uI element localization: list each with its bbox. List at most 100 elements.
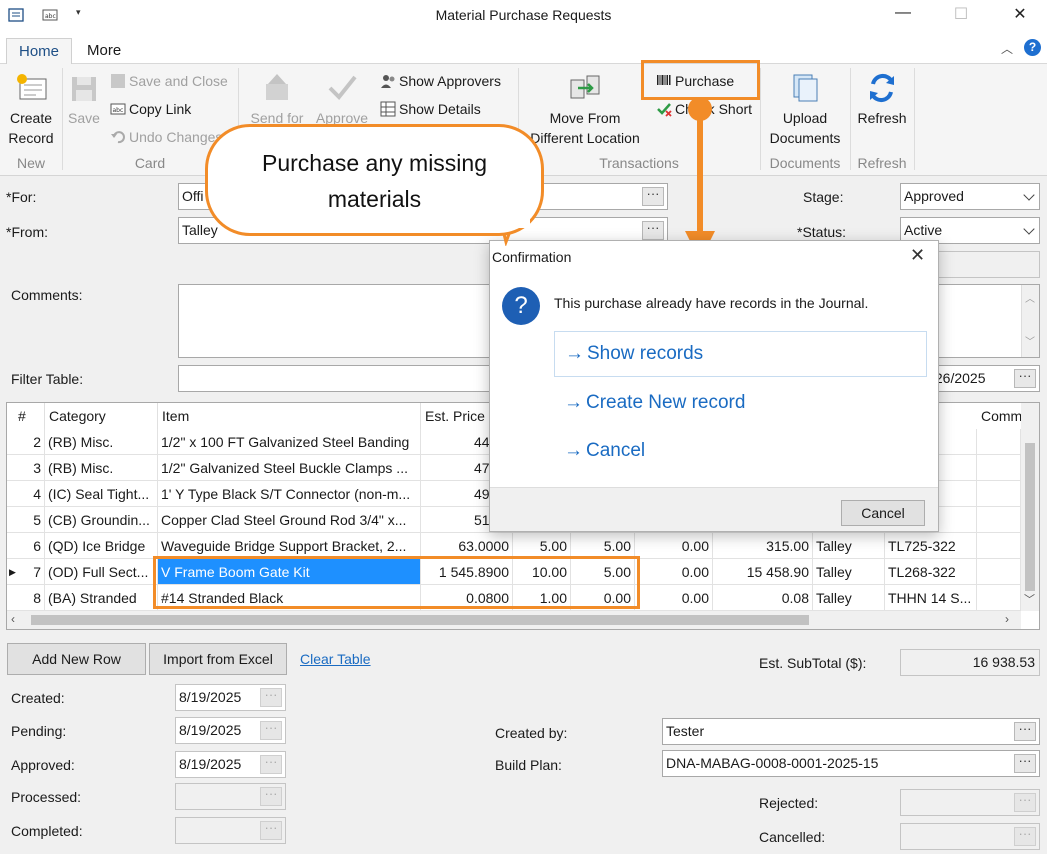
approved-date-field[interactable]: 8/19/2025 ··· — [175, 751, 286, 778]
refresh-button[interactable]: Refresh — [852, 72, 912, 128]
grid-cell-n[interactable]: 4 — [7, 481, 45, 507]
grid-cell-n[interactable]: 6 — [7, 533, 45, 559]
grid-cell-ref[interactable]: TL268-322 — [885, 559, 977, 585]
create-new-record-option[interactable]: → Create New record — [554, 381, 927, 427]
processed-date-field[interactable]: ··· — [175, 783, 286, 810]
cancelled-button[interactable]: ··· — [1014, 827, 1036, 846]
grid-cell-ref[interactable]: TL725-322 — [885, 533, 977, 559]
grid-cell-item[interactable]: 1/2" Galvanized Steel Buckle Clamps ... — [158, 455, 421, 481]
grid-cell-comments[interactable] — [977, 481, 1021, 507]
grid-cell-cat[interactable]: (RB) Misc. — [45, 429, 158, 455]
move-from-location-button[interactable]: Move From Different Location — [522, 72, 648, 148]
upload-documents-button[interactable]: Upload Documents — [762, 72, 848, 148]
copy-link-button[interactable]: abc Copy Link — [110, 98, 191, 120]
grid-cell-cat[interactable]: (OD) Full Sect... — [45, 559, 158, 585]
dialog-cancel-button[interactable]: Cancel — [841, 500, 925, 526]
grid-scroll-left-icon[interactable]: ‹ — [11, 612, 15, 626]
grid-cell-cat[interactable]: (CB) Groundin... — [45, 507, 158, 533]
build-plan-field[interactable]: DNA-MABAG-0008-0001-2025-15 ··· — [662, 750, 1040, 777]
save-and-close-button[interactable]: Save and Close — [110, 70, 228, 92]
grid-cell-loc[interactable]: Talley — [813, 533, 885, 559]
approve-button[interactable]: Approve — [310, 72, 374, 128]
grid-cell-q3[interactable]: 0.00 — [635, 559, 713, 585]
grid-cell-loc[interactable]: Talley — [813, 585, 885, 611]
pending-date-button[interactable]: ··· — [260, 721, 282, 740]
scroll-up-icon[interactable]: ︿ — [1025, 287, 1035, 312]
import-from-excel-button[interactable]: Import from Excel — [149, 643, 287, 675]
for-lookup-button[interactable]: ··· — [642, 187, 664, 206]
grid-cell-ref[interactable]: THHN 14 S... — [885, 585, 977, 611]
grid-cell-n[interactable]: 2 — [7, 429, 45, 455]
completed-date-button[interactable]: ··· — [260, 821, 282, 840]
from-lookup-button[interactable]: ··· — [642, 221, 664, 240]
undo-changes-button[interactable]: Undo Changes — [110, 126, 222, 148]
grid-cell-loc[interactable]: Talley — [813, 559, 885, 585]
cancel-option[interactable]: → Cancel — [554, 429, 927, 475]
tab-more[interactable]: More — [75, 38, 133, 65]
grid-scroll-down-icon[interactable]: ﹀ — [1024, 591, 1035, 607]
pending-date-field[interactable]: 8/19/2025 ··· — [175, 717, 286, 744]
save-button[interactable]: Save — [64, 72, 104, 128]
grid-cell-cat[interactable]: (IC) Seal Tight... — [45, 481, 158, 507]
grid-scroll-right-icon[interactable]: › — [1005, 612, 1009, 626]
approved-date-button[interactable]: ··· — [260, 755, 282, 774]
rejected-button[interactable]: ··· — [1014, 793, 1036, 812]
grid-cell-comments[interactable] — [977, 585, 1021, 611]
create-record-button[interactable]: Create Record — [4, 72, 58, 148]
stage-select[interactable]: Approved — [900, 183, 1040, 210]
grid-cell-comments[interactable] — [977, 507, 1021, 533]
close-window-button[interactable]: ✕ — [1005, 4, 1035, 28]
grid-cell-item[interactable]: 1/2" x 100 FT Galvanized Steel Banding — [158, 429, 421, 455]
grid-cell-comments[interactable] — [977, 455, 1021, 481]
cancelled-field[interactable]: ··· — [900, 823, 1040, 850]
grid-cell-cat[interactable]: (RB) Misc. — [45, 455, 158, 481]
show-details-button[interactable]: Show Details — [380, 98, 481, 120]
grid-cell-q3[interactable]: 0.00 — [635, 585, 713, 611]
created-by-field[interactable]: Tester ··· — [662, 718, 1040, 745]
grid-cell-comments[interactable] — [977, 533, 1021, 559]
completed-date-field[interactable]: ··· — [175, 817, 286, 844]
grid-cell-comments[interactable] — [977, 559, 1021, 585]
scroll-down-icon[interactable]: ﹀ — [1025, 330, 1035, 355]
date-picker-button[interactable]: ··· — [1014, 369, 1036, 388]
rejected-field[interactable]: ··· — [900, 789, 1040, 816]
collapse-ribbon-icon[interactable]: ︿ — [1001, 40, 1013, 57]
grid-cell-n[interactable]: 5 — [7, 507, 45, 533]
grid-cell-total[interactable]: 315.00 — [713, 533, 813, 559]
minimize-button[interactable]: — — [888, 4, 918, 28]
grid-cell-cat[interactable]: (QD) Ice Bridge — [45, 533, 158, 559]
grid-hscroll-thumb[interactable] — [31, 615, 809, 625]
grid-cell-total[interactable]: 0.08 — [713, 585, 813, 611]
grid-cell-total[interactable]: 15 458.90 — [713, 559, 813, 585]
grid-cell-n[interactable]: 3 — [7, 455, 45, 481]
grid-vertical-scrollbar[interactable]: ﹀ — [1021, 403, 1039, 611]
tab-home[interactable]: Home — [6, 38, 73, 65]
grid-horizontal-scrollbar[interactable]: ‹ › — [7, 611, 1021, 629]
show-records-option[interactable]: → Show records — [554, 331, 927, 377]
grid-cell-n[interactable]: 7 — [7, 559, 45, 585]
col-header-category[interactable]: Category — [45, 403, 158, 429]
grid-cell-item[interactable]: 1' Y Type Black S/T Connector (non-m... — [158, 481, 421, 507]
grid-cell-q3[interactable]: 0.00 — [635, 533, 713, 559]
show-approvers-button[interactable]: Show Approvers — [380, 70, 501, 92]
created-date-field[interactable]: 8/19/2025 ··· — [175, 684, 286, 711]
col-header-item[interactable]: Item — [158, 403, 421, 429]
help-icon[interactable]: ? — [1024, 39, 1041, 56]
created-by-lookup-button[interactable]: ··· — [1014, 722, 1036, 741]
maximize-button[interactable]: ☐ — [946, 4, 976, 28]
processed-date-button[interactable]: ··· — [260, 787, 282, 806]
clear-table-link[interactable]: Clear Table — [300, 651, 371, 667]
grid-cell-item[interactable]: Copper Clad Steel Ground Rod 3/4" x... — [158, 507, 421, 533]
comments-scrollbar[interactable]: ︿ ﹀ — [1021, 285, 1039, 357]
build-plan-lookup-button[interactable]: ··· — [1014, 754, 1036, 773]
grid-cell-n[interactable]: 8 — [7, 585, 45, 611]
grid-vscroll-thumb[interactable] — [1025, 443, 1035, 591]
col-header-number[interactable]: # — [7, 403, 45, 429]
grid-cell-comments[interactable] — [977, 429, 1021, 455]
add-new-row-button[interactable]: Add New Row — [7, 643, 146, 675]
send-for-button[interactable]: Send for — [246, 72, 308, 128]
grid-cell-cat[interactable]: (BA) Stranded — [45, 585, 158, 611]
dialog-close-icon[interactable]: ✕ — [910, 245, 925, 266]
col-header-comments[interactable]: Comm — [977, 403, 1027, 429]
created-date-button[interactable]: ··· — [260, 688, 282, 707]
